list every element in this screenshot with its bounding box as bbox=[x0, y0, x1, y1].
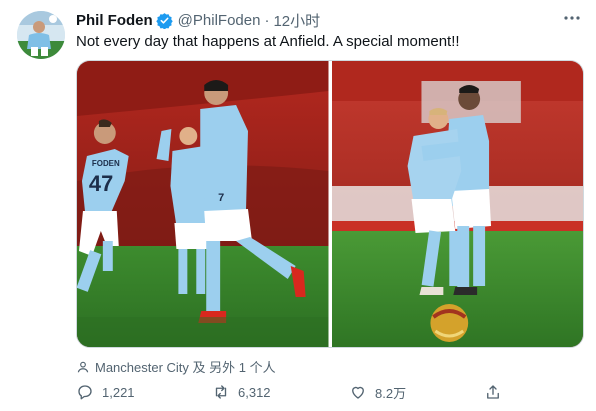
avatar[interactable] bbox=[17, 11, 65, 59]
shirt-number: 47 bbox=[89, 171, 113, 196]
photo-hug[interactable]: 7 bbox=[331, 61, 583, 347]
verified-badge-icon bbox=[155, 12, 173, 29]
retweet-icon bbox=[215, 385, 227, 399]
tweet-header: Phil Foden @PhilFoden · 12小时 bbox=[76, 10, 320, 30]
share-button[interactable] bbox=[484, 380, 502, 404]
retweet-count: 6,312 bbox=[238, 384, 271, 400]
like-button[interactable]: 8.2万 bbox=[349, 380, 406, 404]
tweet-media[interactable]: FODEN 47 7 bbox=[76, 60, 584, 348]
shirt-name: FODEN bbox=[92, 159, 120, 168]
photo-celebration[interactable]: FODEN 47 7 bbox=[77, 61, 329, 347]
separator: · bbox=[264, 11, 270, 29]
tagged-label[interactable]: Manchester City 及 另外 1 个人 bbox=[95, 357, 276, 376]
tweet-timestamp[interactable]: 12小时 bbox=[273, 10, 320, 31]
author-handle[interactable]: @PhilFoden bbox=[178, 12, 261, 29]
person-tag-icon bbox=[77, 361, 89, 372]
tweet-actions: 1,221 6,312 8.2万 bbox=[76, 380, 516, 404]
reply-icon bbox=[78, 385, 92, 400]
tagged-people[interactable]: Manchester City 及 另外 1 个人 bbox=[76, 357, 276, 376]
share-icon bbox=[487, 385, 499, 399]
retweet-button[interactable]: 6,312 bbox=[212, 380, 271, 404]
tweet-text: Not every day that happens at Anfield. A… bbox=[76, 33, 460, 50]
tweet-card[interactable]: Phil Foden @PhilFoden · 12小时 Not every d… bbox=[0, 0, 596, 411]
author-name[interactable]: Phil Foden bbox=[76, 12, 153, 29]
more-icon[interactable] bbox=[562, 8, 582, 28]
like-count: 8.2万 bbox=[375, 385, 407, 401]
reply-count: 1,221 bbox=[102, 384, 135, 400]
shirt-number-7: 7 bbox=[218, 192, 224, 204]
heart-icon bbox=[352, 386, 364, 399]
reply-button[interactable]: 1,221 bbox=[76, 380, 135, 404]
avatar-image bbox=[17, 11, 65, 59]
